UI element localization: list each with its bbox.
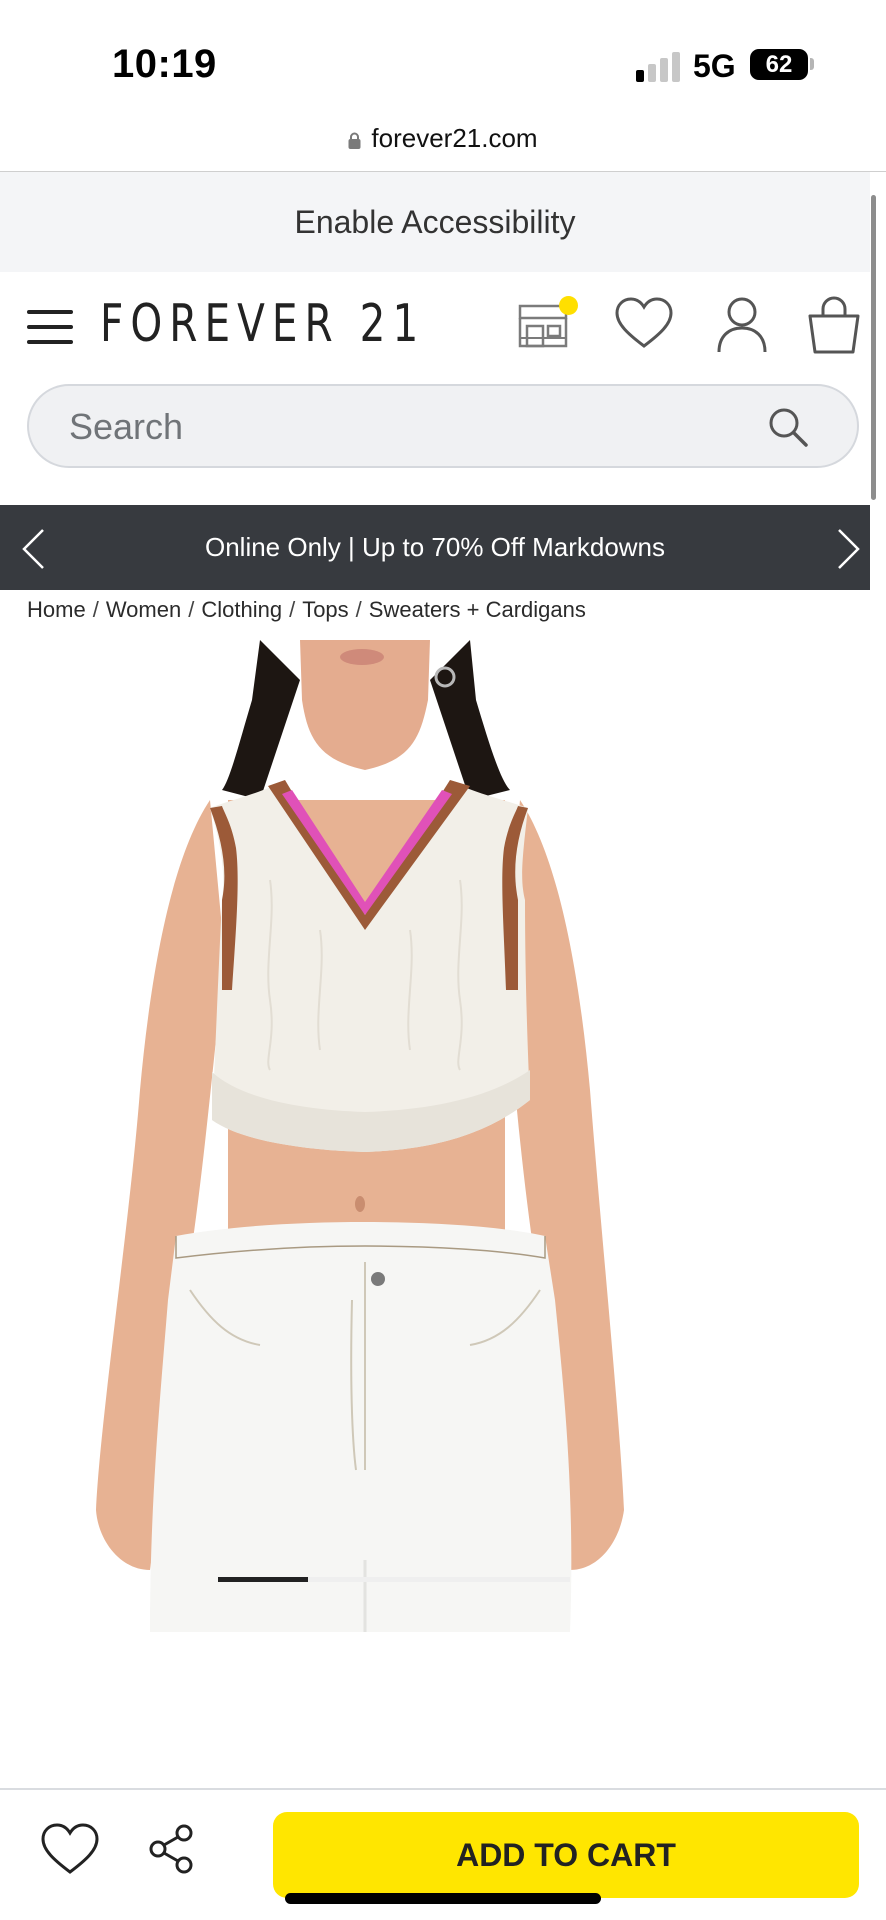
- promo-banner[interactable]: Online Only | Up to 70% Off Markdowns: [0, 505, 870, 590]
- search-input[interactable]: [69, 400, 749, 454]
- menu-icon[interactable]: [27, 310, 73, 344]
- page-scrollbar[interactable]: [871, 195, 876, 500]
- bag-icon[interactable]: [806, 296, 862, 356]
- heart-icon[interactable]: [614, 296, 674, 352]
- search-icon[interactable]: [767, 406, 809, 448]
- share-icon[interactable]: [148, 1823, 196, 1875]
- promo-text: Online Only | Up to 70% Off Markdowns: [204, 532, 666, 562]
- battery-level: 62: [765, 50, 793, 78]
- status-time: 10:19: [112, 42, 217, 86]
- breadcrumb-separator: /: [188, 597, 195, 622]
- breadcrumb: Home / Women / Clothing / Tops / Sweater…: [27, 597, 586, 623]
- breadcrumb-separator: /: [355, 597, 362, 622]
- browser-url-bar[interactable]: forever21.com: [0, 118, 886, 158]
- search-bar[interactable]: [27, 384, 859, 468]
- network-type: 5G: [693, 48, 736, 84]
- breadcrumb-sweaters-cardigans[interactable]: Sweaters + Cardigans: [369, 597, 586, 623]
- battery-icon: 62: [750, 49, 808, 80]
- site-logo[interactable]: FOREVER 21: [100, 294, 425, 354]
- enable-accessibility-button[interactable]: Enable Accessibility: [0, 172, 870, 272]
- breadcrumb-clothing[interactable]: Clothing: [201, 597, 282, 623]
- chevron-right-icon[interactable]: [836, 528, 862, 570]
- battery-cap: [810, 58, 814, 70]
- site-header: FOREVER 21: [0, 272, 870, 377]
- breadcrumb-separator: /: [92, 597, 99, 622]
- url-text: forever21.com: [371, 122, 538, 153]
- user-icon[interactable]: [716, 296, 768, 356]
- store-notification-dot: [559, 296, 578, 315]
- breadcrumb-tops[interactable]: Tops: [302, 597, 348, 623]
- product-photo: [96, 640, 624, 1632]
- product-image[interactable]: [0, 640, 724, 1632]
- signal-icon: [636, 52, 680, 82]
- heart-icon[interactable]: [40, 1822, 100, 1878]
- chevron-left-icon[interactable]: [20, 528, 46, 570]
- carousel-active-indicator: [218, 1577, 308, 1582]
- breadcrumb-women[interactable]: Women: [106, 597, 181, 623]
- home-indicator[interactable]: [285, 1893, 601, 1904]
- breadcrumb-home[interactable]: Home: [27, 597, 86, 623]
- add-to-cart-button[interactable]: ADD TO CART: [273, 1812, 859, 1898]
- breadcrumb-separator: /: [289, 597, 296, 622]
- lock-icon: [348, 132, 361, 149]
- status-bar: 10:19 5G 62: [0, 0, 886, 120]
